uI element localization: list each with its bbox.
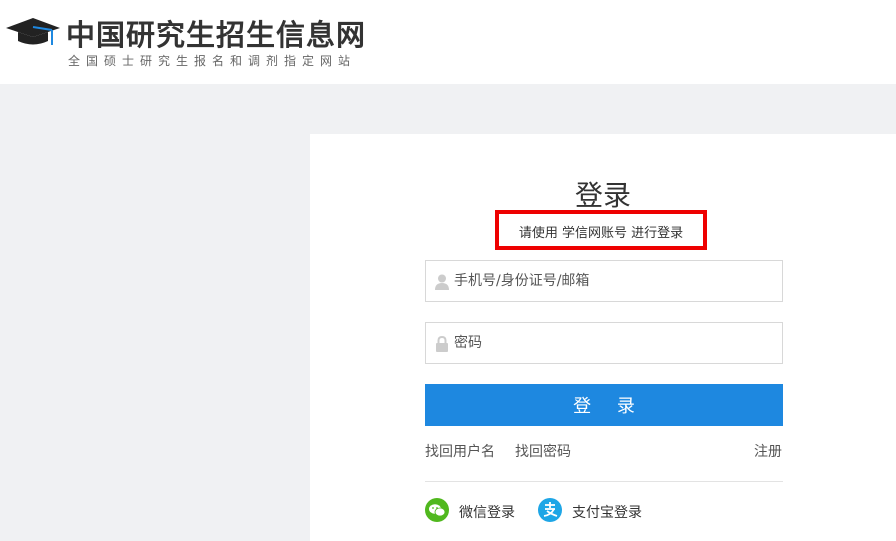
site-title[interactable]: 中国研究生招生信息网 <box>66 12 366 54</box>
divider <box>425 481 783 482</box>
wechat-login-label: 微信登录 <box>459 505 515 521</box>
site-header: 中国研究生招生信息网 全国硕士研究生报名和调剂指定网站 <box>0 0 896 84</box>
graduation-cap-icon[interactable] <box>4 14 62 48</box>
username-field[interactable] <box>425 260 783 302</box>
find-username-link[interactable]: 找回用户名 <box>425 441 495 461</box>
login-title: 登录 <box>574 179 631 212</box>
wechat-icon <box>425 498 449 522</box>
login-button[interactable]: 登 录 <box>425 384 783 426</box>
login-hint-text: 请使用 学信网账号 进行登录 <box>518 226 684 241</box>
password-field[interactable] <box>425 322 783 364</box>
user-icon <box>435 274 449 290</box>
alipay-login-label: 支付宝登录 <box>572 505 642 521</box>
lock-icon <box>436 336 448 352</box>
login-hint-highlight: 请使用 学信网账号 进行登录 <box>495 210 707 250</box>
username-input[interactable] <box>454 261 774 301</box>
password-input[interactable] <box>454 323 774 363</box>
alipay-icon <box>538 498 562 522</box>
login-panel: 登录 请使用 学信网账号 进行登录 登 录 找回用户名 找回密码 注册 <box>310 134 896 541</box>
find-password-link[interactable]: 找回密码 <box>515 441 571 461</box>
site-subtitle: 全国硕士研究生报名和调剂指定网站 <box>68 54 357 68</box>
register-link[interactable]: 注册 <box>754 441 782 461</box>
